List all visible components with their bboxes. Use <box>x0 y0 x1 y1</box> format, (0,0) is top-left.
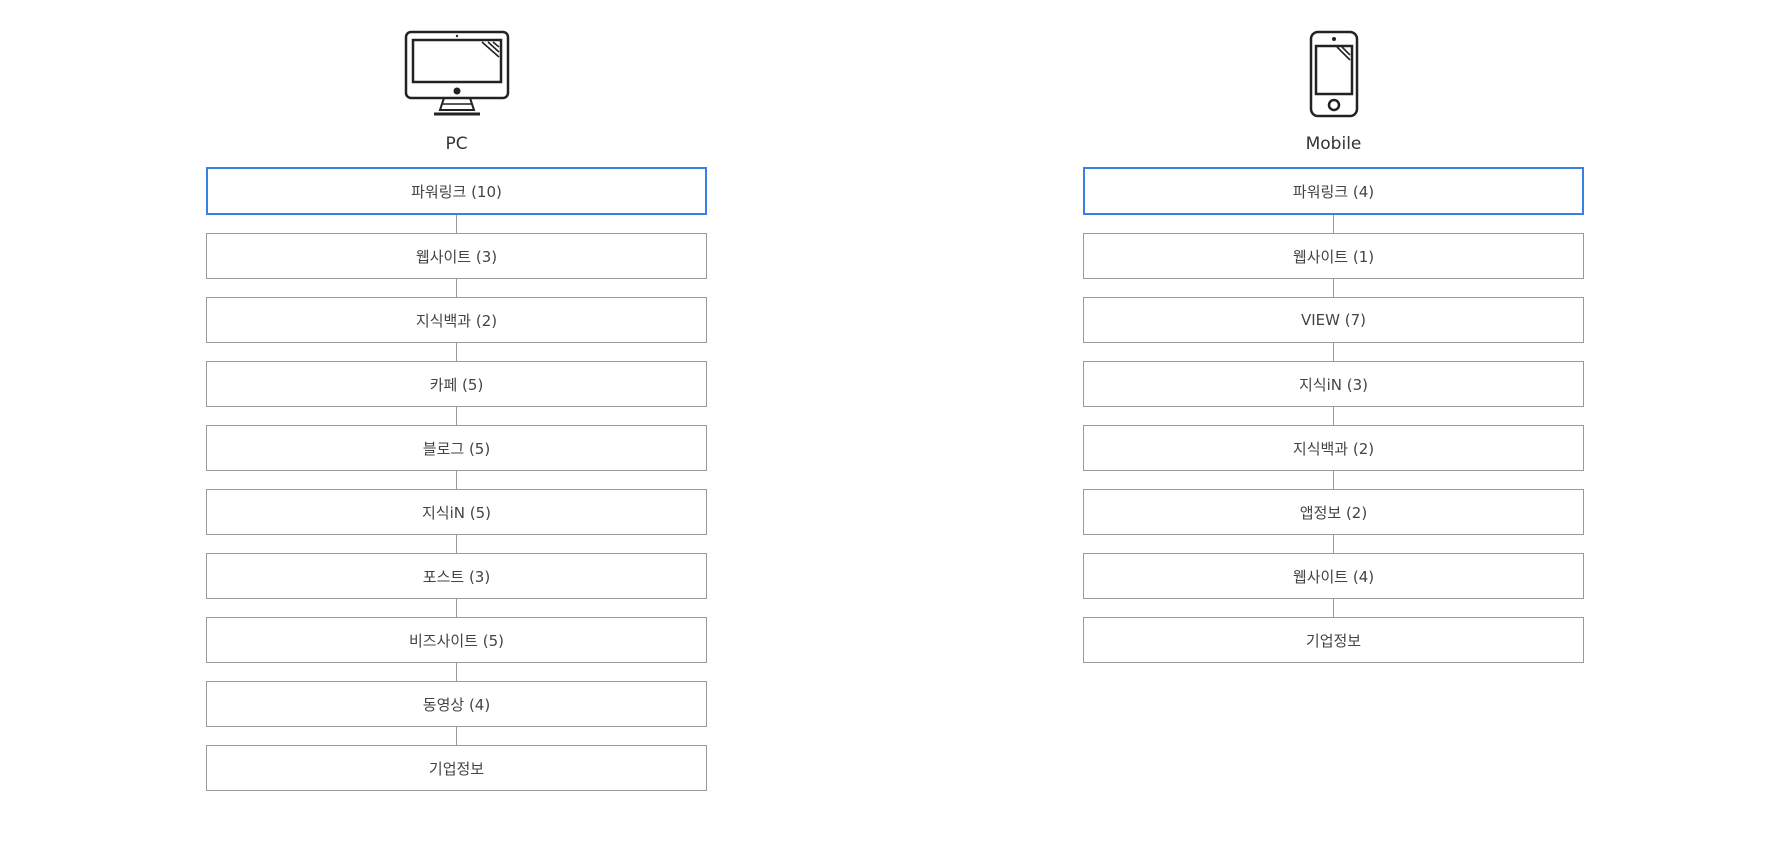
pc-section-item[interactable]: 비즈사이트 (5) <box>206 617 707 663</box>
pc-section-list: 파워링크 (10) 웹사이트 (3) 지식백과 (2) 카페 (5) 블로그 (5) 지식… <box>206 167 707 791</box>
section-item-label: 파워링크 (10) <box>411 182 502 201</box>
connector-line <box>1333 407 1334 425</box>
connector-line <box>456 343 457 361</box>
pc-section-item[interactable]: 웹사이트 (3) <box>206 233 707 279</box>
pc-section-item[interactable]: 블로그 (5) <box>206 425 707 471</box>
section-item-label: 지식백과 (2) <box>1292 439 1375 458</box>
connector-line <box>456 535 457 553</box>
smartphone-icon <box>1309 30 1359 118</box>
connector-line <box>456 471 457 489</box>
section-item-label: 비즈사이트 (5) <box>408 631 505 650</box>
section-item-label: 동영상 (4) <box>422 695 491 714</box>
connector-line <box>1333 599 1334 617</box>
mobile-section-list: 파워링크 (4) 웹사이트 (1) VIEW (7) 지식iN (3) 지식백과 (2)… <box>1083 167 1584 663</box>
mobile-section-item[interactable]: 웹사이트 (1) <box>1083 233 1584 279</box>
connector-line <box>456 279 457 297</box>
section-item-label: 웹사이트 (3) <box>415 247 498 266</box>
pc-section-item[interactable]: 파워링크 (10) <box>206 167 707 215</box>
pc-section-item[interactable]: 기업정보 <box>206 745 707 791</box>
section-item-label: 기업정보 <box>428 759 485 778</box>
mobile-section-item[interactable]: 앱정보 (2) <box>1083 489 1584 535</box>
connector-line <box>456 599 457 617</box>
mobile-section-item[interactable]: 기업정보 <box>1083 617 1584 663</box>
section-item-label: 파워링크 (4) <box>1292 182 1375 201</box>
mobile-section-item[interactable]: 웹사이트 (4) <box>1083 553 1584 599</box>
section-item-label: 포스트 (3) <box>422 567 491 586</box>
section-item-label: 카페 (5) <box>429 375 484 394</box>
pc-section-item[interactable]: 포스트 (3) <box>206 553 707 599</box>
section-item-label: 기업정보 <box>1305 631 1362 650</box>
section-item-label: 앱정보 (2) <box>1299 503 1368 522</box>
section-item-label: VIEW (7) <box>1300 311 1366 329</box>
section-item-label: 지식iN (3) <box>1298 375 1368 394</box>
desktop-monitor-icon <box>404 30 510 118</box>
mobile-section-item[interactable]: 지식백과 (2) <box>1083 425 1584 471</box>
pc-section-item[interactable]: 동영상 (4) <box>206 681 707 727</box>
connector-line <box>1333 343 1334 361</box>
section-item-label: 블로그 (5) <box>422 439 491 458</box>
section-item-label: 지식iN (5) <box>421 503 491 522</box>
pc-section-item[interactable]: 지식iN (5) <box>206 489 707 535</box>
pc-label: PC <box>445 134 468 154</box>
mobile-label: Mobile <box>1305 134 1362 154</box>
pc-section-item[interactable]: 지식백과 (2) <box>206 297 707 343</box>
section-item-label: 웹사이트 (4) <box>1292 567 1375 586</box>
connector-line <box>456 215 457 233</box>
mobile-section-item[interactable]: 지식iN (3) <box>1083 361 1584 407</box>
mobile-section-item[interactable]: 파워링크 (4) <box>1083 167 1584 215</box>
connector-line <box>1333 279 1334 297</box>
pc-section-item[interactable]: 카페 (5) <box>206 361 707 407</box>
connector-line <box>1333 215 1334 233</box>
connector-line <box>1333 535 1334 553</box>
mobile-section-item[interactable]: VIEW (7) <box>1083 297 1584 343</box>
connector-line <box>1333 471 1334 489</box>
section-item-label: 웹사이트 (1) <box>1292 247 1375 266</box>
connector-line <box>456 727 457 745</box>
connector-line <box>456 663 457 681</box>
connector-line <box>456 407 457 425</box>
section-item-label: 지식백과 (2) <box>415 311 498 330</box>
